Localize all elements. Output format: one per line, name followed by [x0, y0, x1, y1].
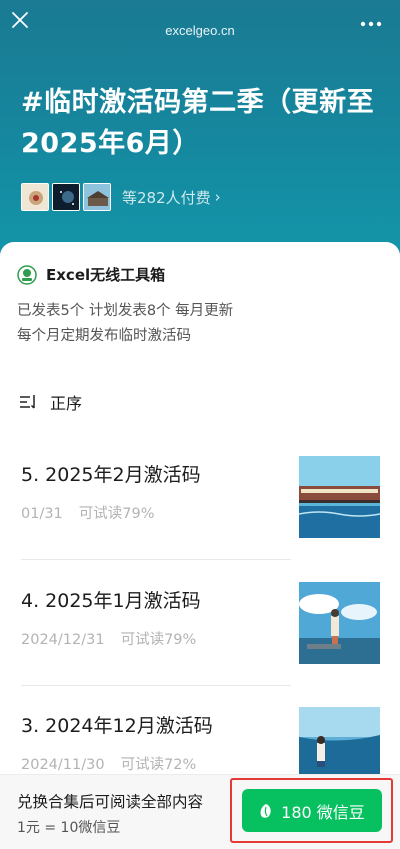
domain-label: excelgeo.cn — [165, 23, 235, 38]
trial-percent: 可试读72% — [120, 757, 197, 773]
sort-order-icon — [20, 395, 35, 409]
sort-label: 正序 — [50, 394, 83, 413]
avatar — [83, 183, 111, 211]
avatar — [21, 183, 49, 211]
more-dots-icon[interactable] — [360, 14, 382, 27]
divider — [21, 559, 291, 560]
avatar — [52, 183, 80, 211]
article-date: 2024/12/31 — [21, 632, 105, 648]
purchase-bar: 兑换合集后可阅读全部内容 1元 = 10微信豆 180 微信豆 — [0, 774, 400, 849]
article-meta: 2024/11/30 可试读72% — [21, 753, 196, 774]
desc-line: 已发表5个 计划发表8个 每月更新 — [17, 303, 234, 319]
trial-percent: 可试读79% — [78, 506, 155, 522]
purchase-hint: 兑换合集后可阅读全部内容 — [17, 793, 204, 811]
payers-row[interactable]: 等282人付费 › — [21, 183, 221, 211]
divider — [21, 685, 291, 686]
account-row[interactable]: Excel无线工具箱 — [17, 264, 165, 285]
bean-icon — [260, 803, 271, 818]
article-title: 4. 2025年1月激活码 — [21, 590, 201, 612]
account-logo-icon — [17, 264, 37, 285]
album-title: #临时激活码第二季（更新至2025年6月） — [21, 87, 375, 159]
account-description: 已发表5个 计划发表8个 每月更新 每个月定期发布临时激活码 — [17, 299, 233, 349]
article-title: 3. 2024年12月激活码 — [21, 715, 213, 737]
article-title: 5. 2025年2月激活码 — [21, 464, 201, 486]
album-header: excelgeo.cn #临时激活码第二季（更新至2025年6月） 等282人付… — [0, 0, 400, 262]
top-bar: excelgeo.cn — [0, 0, 400, 60]
sort-toggle[interactable]: 正序 — [19, 390, 82, 414]
exchange-rate: 1元 = 10微信豆 — [17, 820, 121, 836]
account-name: Excel无线工具箱 — [46, 266, 166, 284]
payers-count: 等282人付费 — [122, 188, 211, 207]
buy-button-label: 180 微信豆 — [281, 802, 365, 822]
content-sheet: Excel无线工具箱 已发表5个 计划发表8个 每月更新 每个月定期发布临时激活… — [0, 242, 400, 849]
desc-line: 每个月定期发布临时激活码 — [17, 328, 191, 344]
chevron-right-icon: › — [214, 188, 221, 206]
list-item[interactable]: 5. 2025年2月激活码 01/31 可试读79% — [0, 456, 400, 540]
article-thumbnail — [299, 582, 380, 664]
payer-avatars — [21, 183, 114, 211]
list-item[interactable]: 4. 2025年1月激活码 2024/12/31 可试读79% — [0, 582, 400, 666]
article-date: 01/31 — [21, 506, 63, 522]
article-thumbnail — [299, 456, 380, 538]
article-meta: 01/31 可试读79% — [21, 502, 155, 523]
article-meta: 2024/12/31 可试读79% — [21, 628, 196, 649]
trial-percent: 可试读79% — [120, 632, 197, 648]
buy-button[interactable]: 180 微信豆 — [242, 789, 382, 832]
article-date: 2024/11/30 — [21, 757, 105, 773]
